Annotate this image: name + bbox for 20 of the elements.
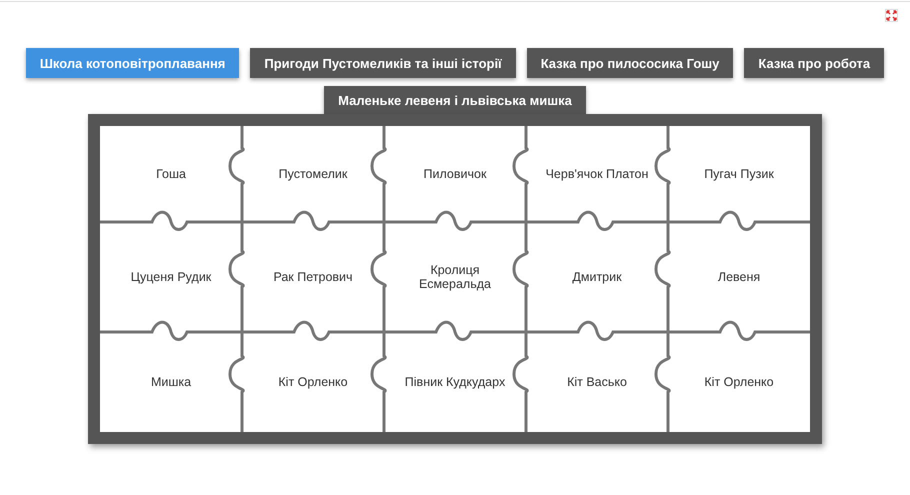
puzzle-piece[interactable]: Левеня — [718, 270, 760, 284]
puzzle-piece[interactable]: Кіт Орленко — [704, 375, 774, 389]
puzzle-piece[interactable]: Кролиця Есмеральда — [400, 263, 510, 291]
tab[interactable]: Казка про робота — [744, 48, 884, 78]
puzzle-piece[interactable]: Кіт Васько — [567, 375, 627, 389]
puzzle-piece[interactable]: Черв'ячок Платон — [546, 167, 648, 181]
puzzle-piece[interactable]: Кіт Орленко — [278, 375, 348, 389]
puzzle-piece[interactable]: Дмитрик — [572, 270, 622, 284]
puzzle-piece[interactable]: Мишка — [150, 375, 192, 389]
tab[interactable]: Маленьке левеня і львівська мишка — [324, 86, 586, 114]
tab[interactable]: Казка про пилососика Гошу — [526, 48, 734, 78]
puzzle-piece[interactable]: Півник Кудкударх — [404, 375, 506, 389]
fullscreen-icon[interactable] — [885, 9, 898, 22]
puzzle-piece[interactable]: Пустомелик — [278, 167, 348, 181]
puzzle-piece[interactable]: Пиловичок — [424, 167, 486, 181]
puzzle-piece[interactable]: Рак Петрович — [273, 270, 353, 284]
tab[interactable]: Пригоди Пустомеликів та інші історії — [250, 48, 516, 78]
puzzle-piece[interactable]: Гоша — [156, 167, 186, 181]
puzzle-piece[interactable]: Пугач Пузик — [704, 167, 774, 181]
puzzle-piece[interactable]: Цуценя Рудик — [130, 270, 212, 284]
